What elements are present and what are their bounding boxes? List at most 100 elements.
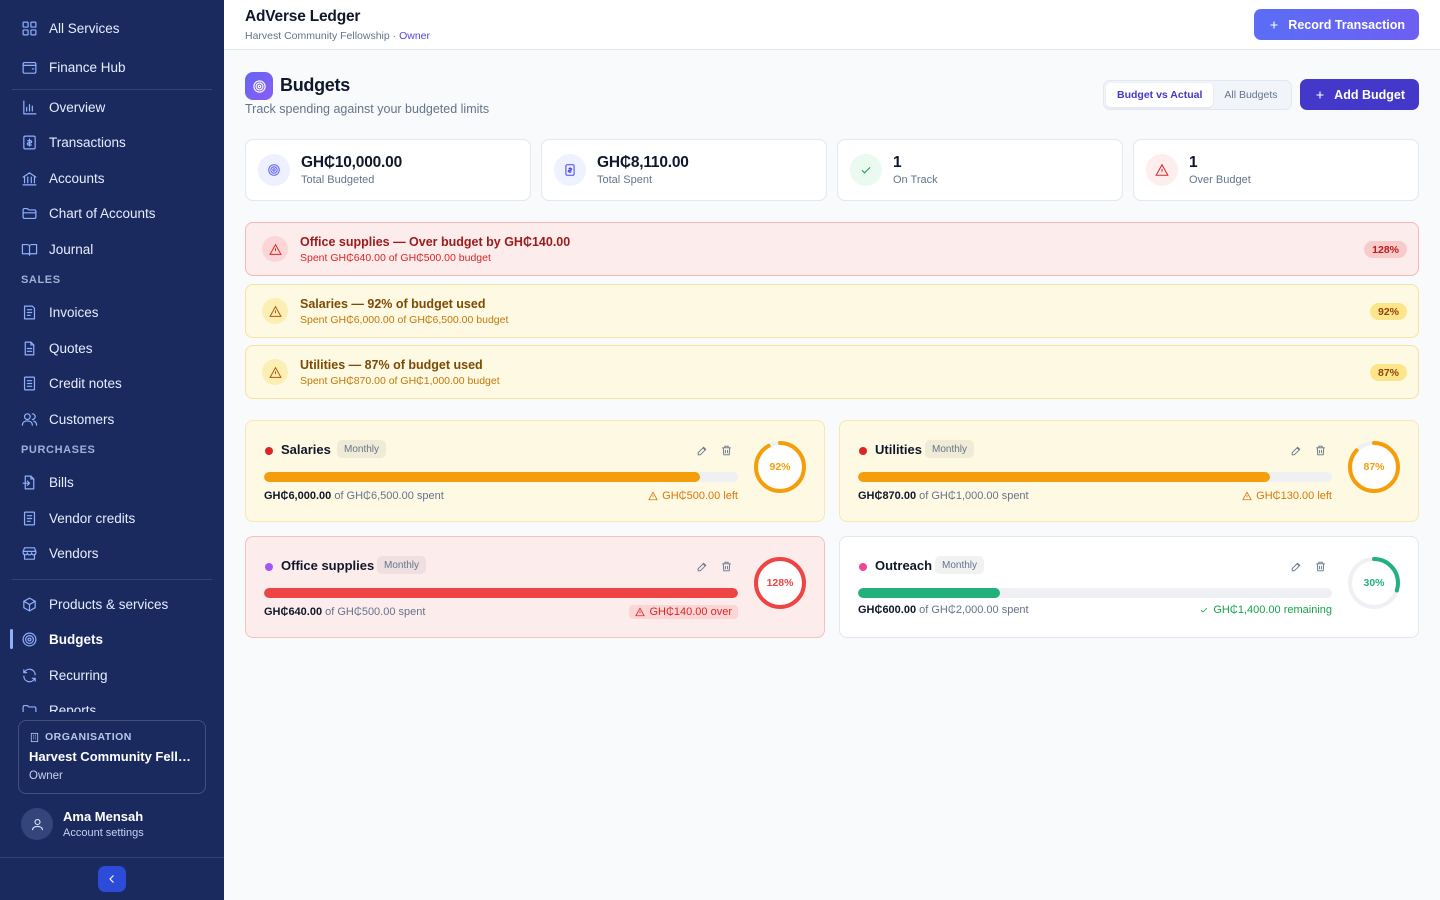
stat-value: GH₵8,110.00	[597, 154, 689, 171]
user-name: Ama Mensah	[63, 809, 144, 824]
sidebar-item-customers[interactable]: Customers	[12, 403, 212, 435]
sidebar-item-label: Customers	[49, 411, 115, 427]
edit-budget-button[interactable]	[694, 558, 710, 574]
app-subtitle: Harvest Community Fellowship · Owner	[245, 30, 430, 42]
budget-progress-fill	[858, 588, 1001, 598]
budget-card: Utilities Monthly GH₵870.00 of GH₵1,000.00…	[839, 420, 1419, 522]
sidebar-item-accounts[interactable]: Accounts	[12, 162, 212, 194]
sidebar-item-reports[interactable]: Reports	[12, 694, 212, 712]
budget-name: Utilities	[875, 442, 922, 457]
category-color-dot	[265, 447, 273, 455]
target-icon	[252, 79, 266, 93]
sidebar-item-label: Credit notes	[49, 375, 122, 391]
edit-icon	[1291, 562, 1300, 571]
budget-progress-track	[264, 472, 738, 482]
sidebar-item-invoices[interactable]: Invoices	[12, 296, 212, 328]
sidebar-item-label: Finance Hub	[49, 59, 126, 75]
header-separator: ·	[389, 30, 400, 42]
view-toggle: Budget vs Actual All Budgets	[1103, 80, 1292, 110]
book-icon	[20, 240, 38, 258]
chevron-left-icon	[109, 875, 114, 883]
budget-actions	[694, 558, 742, 574]
add-budget-label: Add Budget	[1334, 87, 1405, 102]
sidebar-item-vendors[interactable]: Vendors	[12, 537, 212, 569]
building-icon	[30, 732, 39, 742]
budget-spent-summary: GH₵6,000.00 of GH₵6,500.00 spent	[264, 490, 444, 502]
tab-budget-vs-actual[interactable]: Budget vs Actual	[1106, 83, 1214, 107]
warning-icon	[648, 491, 659, 501]
budget-status: GH₵500.00 left	[648, 490, 738, 502]
trash-icon	[1315, 445, 1325, 455]
budget-percent: 30%	[1363, 577, 1385, 589]
edit-budget-button[interactable]	[1288, 442, 1304, 458]
sidebar-item-label: Accounts	[49, 170, 105, 186]
budget-limit-text: of GH₵2,000.00 spent	[916, 604, 1029, 616]
budget-progress-track	[858, 588, 1332, 598]
check-icon	[1201, 607, 1208, 613]
add-budget-button[interactable]: Add Budget	[1300, 79, 1419, 110]
sidebar-item-credit-notes[interactable]: Credit notes	[12, 367, 212, 399]
trash-icon	[721, 561, 731, 571]
budget-limit-text: of GH₵6,500.00 spent	[331, 490, 444, 502]
sidebar-item-label: Transactions	[49, 134, 126, 150]
folder-icon	[20, 204, 38, 222]
user-account[interactable]: Ama Mensah Account settings	[21, 808, 144, 840]
alert-detail: Spent GH₵640.00 of GH₵500.00 budget	[300, 251, 491, 264]
alert-title: Salaries — 92% of budget used	[300, 296, 486, 311]
sidebar-item-transactions[interactable]: Transactions	[12, 126, 212, 158]
sidebar-item-label: Products & services	[49, 596, 169, 612]
account-settings-link[interactable]: Account settings	[63, 827, 144, 839]
sidebar-item-overview[interactable]: Overview	[12, 91, 212, 123]
edit-budget-button[interactable]	[694, 442, 710, 458]
app-title: AdVerse Ledger	[245, 8, 361, 25]
sidebar-item-budgets[interactable]: Budgets	[10, 623, 212, 655]
delete-budget-button[interactable]	[1312, 442, 1328, 458]
collapse-sidebar-button[interactable]	[98, 866, 126, 892]
sidebar-item-recurring[interactable]: Recurring	[12, 659, 212, 691]
frequency-badge: Monthly	[377, 556, 427, 574]
budget-actions	[694, 442, 742, 458]
sidebar-item-label: Budgets	[49, 631, 103, 647]
sidebar-item-quotes[interactable]: Quotes	[12, 332, 212, 364]
organisation-card[interactable]: ORGANISATION Harvest Community Fello... …	[18, 720, 206, 794]
sidebar-item-products-services[interactable]: Products & services	[12, 588, 212, 620]
sidebar-item-chart-of-accounts[interactable]: Chart of Accounts	[12, 197, 212, 229]
sidebar-divider	[12, 579, 212, 580]
target-icon	[20, 630, 38, 648]
organisation-role: Owner	[29, 770, 63, 782]
budget-status-text: GH₵1,400.00 remaining	[1213, 604, 1332, 616]
sidebar-section-purchases: PURCHASES	[21, 444, 96, 456]
users-icon	[20, 410, 38, 428]
budget-percent: 128%	[766, 577, 794, 589]
sidebar-item-all-services[interactable]: All Services	[12, 12, 212, 44]
page-subtitle: Track spending against your budgeted lim…	[245, 102, 490, 116]
budget-progress-fill	[264, 472, 701, 482]
record-transaction-button[interactable]: Record Transaction	[1254, 9, 1419, 40]
sidebar-item-journal[interactable]: Journal	[12, 233, 212, 265]
sidebar-item-finance-hub[interactable]: Finance Hub	[12, 51, 212, 83]
spent-amount: GH₵640.00	[264, 606, 323, 618]
sidebar-item-vendor-credits[interactable]: Vendor credits	[12, 502, 212, 534]
edit-budget-button[interactable]	[1288, 558, 1304, 574]
organisation-tag: ORGANISATION	[29, 731, 195, 743]
document-icon	[20, 339, 38, 357]
sidebar-item-label: All Services	[49, 20, 120, 36]
stat-label: Total Budgeted	[301, 174, 375, 186]
sidebar-item-label: Overview	[49, 99, 106, 115]
vendor-credit-icon	[20, 509, 38, 527]
note-icon	[20, 374, 38, 392]
sidebar-item-bills[interactable]: Bills	[12, 466, 212, 498]
receipt-icon	[20, 133, 38, 151]
budget-name: Salaries	[281, 442, 331, 457]
spent-amount: GH₵600.00	[858, 604, 917, 616]
budget-alert: Salaries — 92% of budget used Spent GH₵6,…	[245, 284, 1419, 338]
sidebar-item-label: Invoices	[49, 304, 99, 320]
delete-budget-button[interactable]	[718, 558, 734, 574]
target-icon	[258, 154, 290, 186]
warning-icon	[1242, 491, 1253, 501]
delete-budget-button[interactable]	[718, 442, 734, 458]
delete-budget-button[interactable]	[1312, 558, 1328, 574]
plus-icon	[1316, 91, 1324, 98]
tab-all-budgets[interactable]: All Budgets	[1213, 83, 1288, 107]
budget-limit-text: of GH₵1,000.00 spent	[916, 490, 1029, 502]
